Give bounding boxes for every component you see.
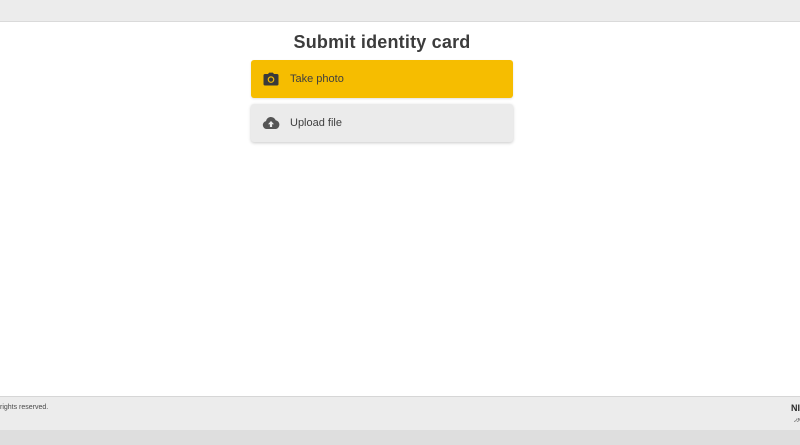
footer: rights reserved. NI ور <box>0 396 800 431</box>
bottom-bar <box>0 430 800 445</box>
camera-icon <box>262 70 280 88</box>
top-bar <box>0 0 800 22</box>
take-photo-label: Take photo <box>290 73 344 85</box>
footer-brand-logo: NI <box>791 403 800 413</box>
upload-file-button[interactable]: Upload file <box>251 104 513 142</box>
main-content: Submit identity card Take photo Upload f… <box>0 22 800 396</box>
footer-copyright: rights reserved. <box>0 404 49 411</box>
cloud-upload-icon <box>262 114 280 132</box>
take-photo-button[interactable]: Take photo <box>251 60 513 98</box>
page-title: Submit identity card <box>293 32 471 52</box>
footer-brand-subtext: ور <box>794 416 800 422</box>
upload-file-label: Upload file <box>290 117 342 129</box>
